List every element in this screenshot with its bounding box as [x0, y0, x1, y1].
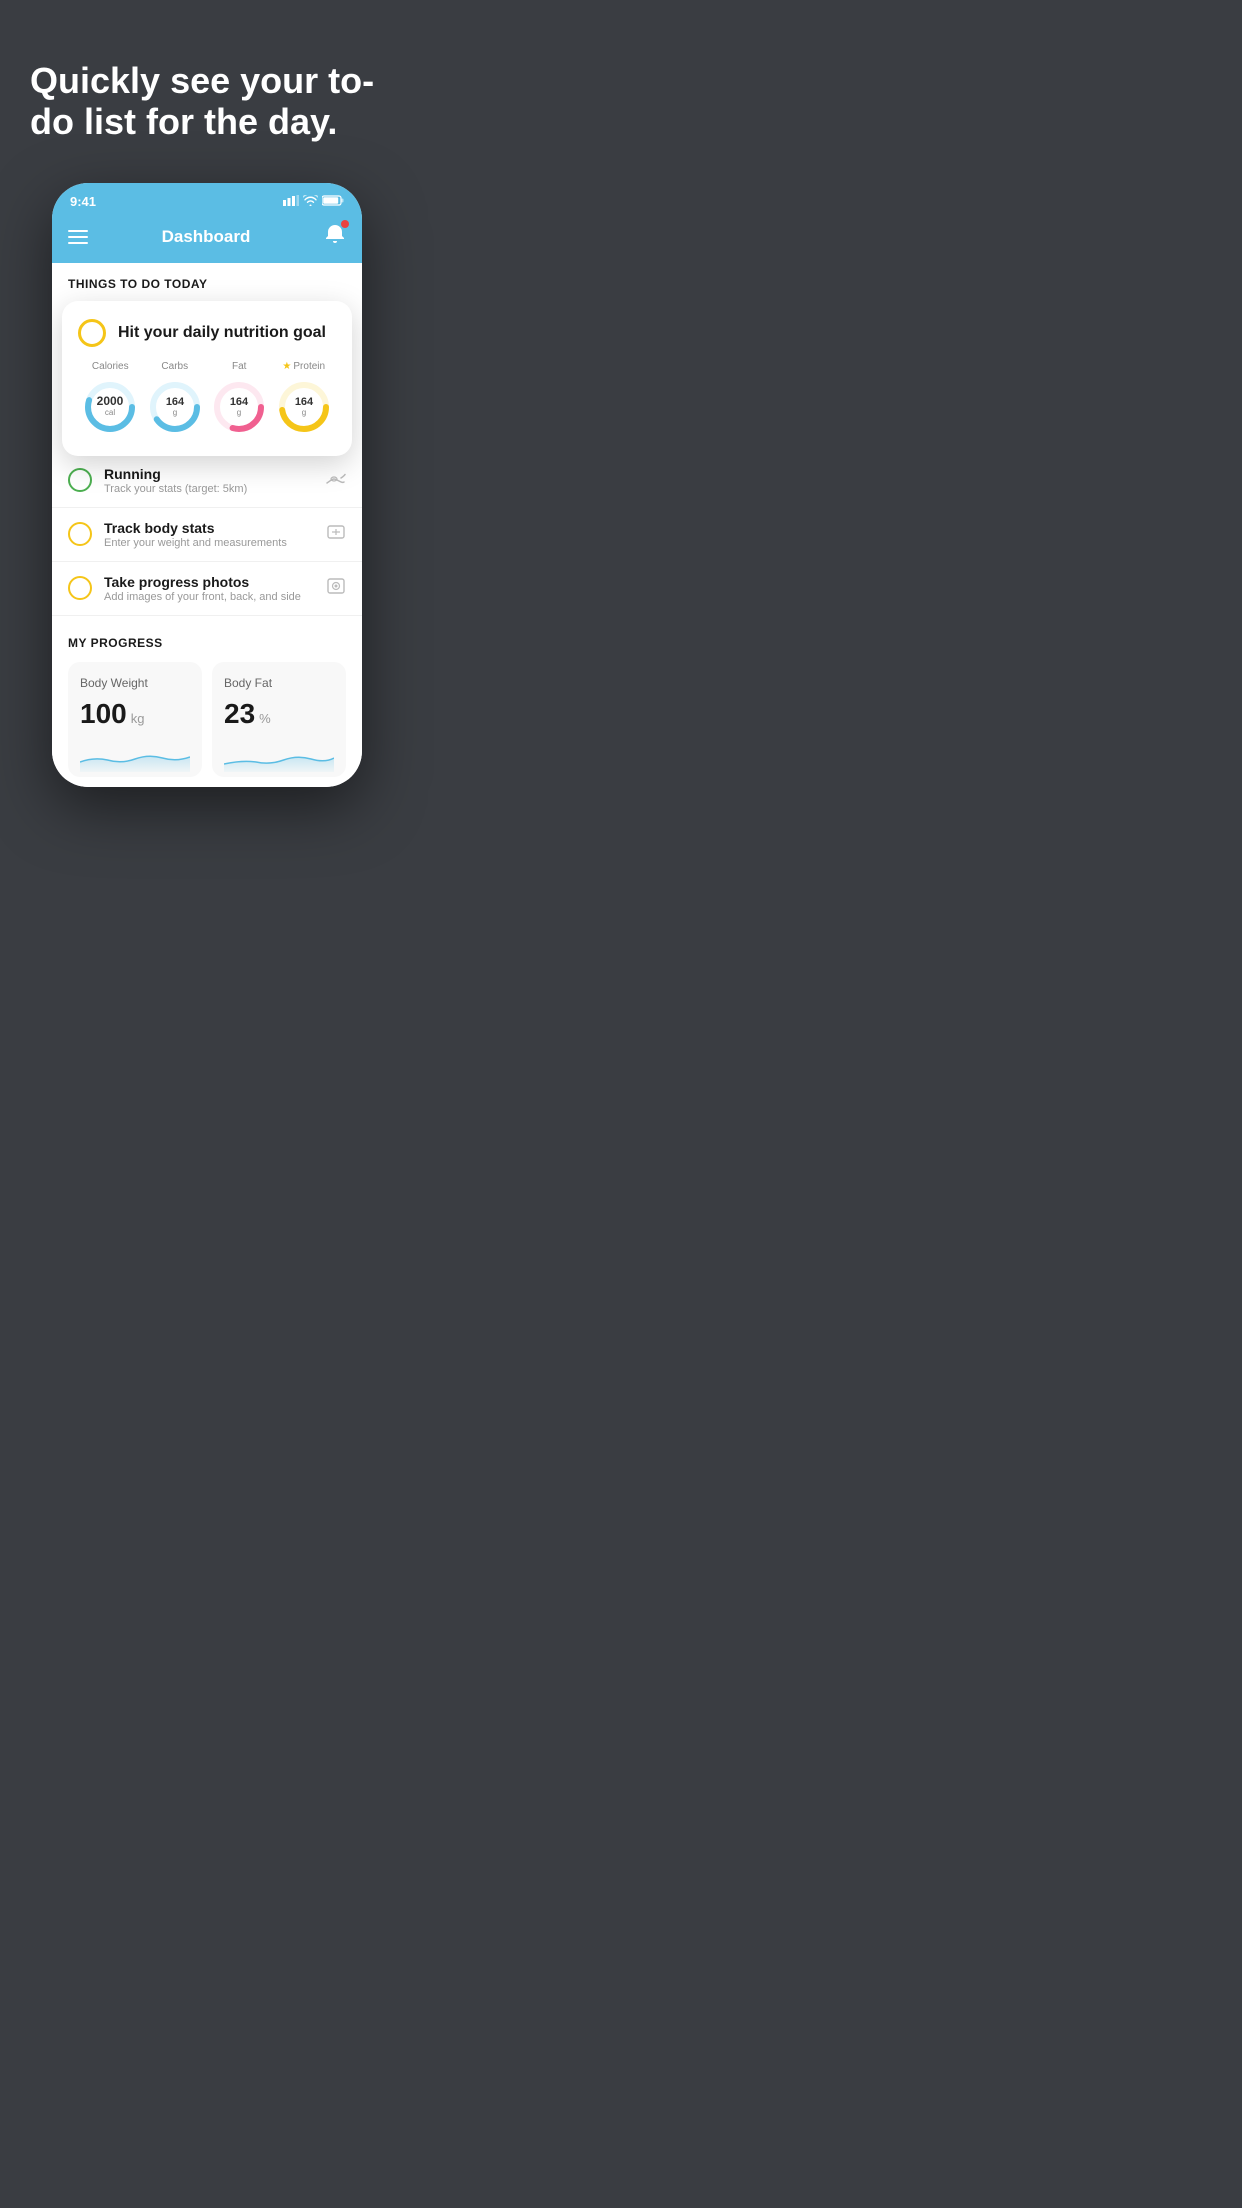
progress-cards: Body Weight 100 kg	[68, 662, 346, 777]
nutrition-circles: Calories 2000 cal Carbs	[78, 361, 336, 436]
fat-label: Fat	[232, 361, 246, 372]
progress-photos-subtitle: Add images of your front, back, and side	[104, 591, 314, 603]
svg-text:164: 164	[166, 396, 185, 408]
body-stats-icon	[326, 524, 346, 545]
body-weight-unit: kg	[131, 711, 145, 726]
calories-label: Calories	[92, 361, 129, 372]
body-weight-title: Body Weight	[80, 676, 190, 690]
body-weight-value: 100 kg	[80, 698, 190, 730]
progress-photos-icon	[326, 576, 346, 601]
progress-photos-title: Take progress photos	[104, 574, 314, 590]
nutrition-card-title: Hit your daily nutrition goal	[78, 319, 336, 347]
todo-running[interactable]: Running Track your stats (target: 5km)	[52, 454, 362, 508]
nutrition-fat: Fat 164 g	[210, 361, 268, 436]
status-bar: 9:41	[52, 183, 362, 215]
body-weight-number: 100	[80, 698, 127, 730]
progress-header: MY PROGRESS	[68, 636, 346, 650]
svg-text:2000: 2000	[97, 394, 124, 408]
svg-text:cal: cal	[105, 408, 115, 417]
body-fat-value: 23 %	[224, 698, 334, 730]
body-fat-card[interactable]: Body Fat 23 %	[212, 662, 346, 777]
running-text: Running Track your stats (target: 5km)	[104, 466, 314, 495]
body-stats-check-circle[interactable]	[68, 522, 92, 546]
progress-photos-text: Take progress photos Add images of your …	[104, 574, 314, 603]
notification-dot	[341, 220, 349, 228]
nutrition-protein: ★ Protein 164 g	[275, 361, 333, 436]
star-icon: ★	[282, 361, 291, 372]
protein-label: ★ Protein	[282, 361, 325, 372]
body-fat-unit: %	[259, 711, 271, 726]
running-subtitle: Track your stats (target: 5km)	[104, 483, 314, 495]
svg-text:164: 164	[295, 396, 314, 408]
running-title: Running	[104, 466, 314, 482]
nutrition-calories: Calories 2000 cal	[81, 361, 139, 436]
status-icons	[283, 195, 344, 209]
nav-title: Dashboard	[162, 227, 251, 247]
svg-text:g: g	[237, 408, 241, 417]
todo-list: Running Track your stats (target: 5km)	[52, 454, 362, 616]
todo-body-stats[interactable]: Track body stats Enter your weight and m…	[52, 508, 362, 562]
battery-icon	[322, 195, 344, 209]
hero-title: Quickly see your to-do list for the day.	[30, 60, 384, 143]
svg-text:g: g	[302, 408, 306, 417]
svg-text:g: g	[173, 408, 177, 417]
wifi-icon	[303, 195, 318, 209]
running-check-circle[interactable]	[68, 468, 92, 492]
signal-icon	[283, 195, 299, 209]
body-stats-subtitle: Enter your weight and measurements	[104, 537, 314, 549]
progress-section: MY PROGRESS Body Weight 100 kg	[52, 616, 362, 787]
hamburger-icon[interactable]	[68, 230, 88, 244]
progress-photos-check-circle[interactable]	[68, 576, 92, 600]
nutrition-check-circle[interactable]	[78, 319, 106, 347]
hero-section: Quickly see your to-do list for the day.	[0, 0, 414, 163]
phone-mockup: 9:41 Dashboard	[52, 183, 362, 787]
things-to-do-header: THINGS TO DO TODAY	[52, 263, 362, 301]
app-content: THINGS TO DO TODAY Hit your daily nutrit…	[52, 263, 362, 787]
body-stats-text: Track body stats Enter your weight and m…	[104, 520, 314, 549]
carbs-label: Carbs	[161, 361, 188, 372]
body-weight-card[interactable]: Body Weight 100 kg	[68, 662, 202, 777]
nutrition-title-text: Hit your daily nutrition goal	[118, 324, 326, 342]
todo-progress-photos[interactable]: Take progress photos Add images of your …	[52, 562, 362, 616]
body-fat-title: Body Fat	[224, 676, 334, 690]
page-wrapper: Quickly see your to-do list for the day.…	[0, 0, 414, 787]
status-time: 9:41	[70, 194, 96, 209]
body-stats-title: Track body stats	[104, 520, 314, 536]
running-icon	[326, 470, 346, 491]
svg-text:164: 164	[230, 396, 249, 408]
body-fat-number: 23	[224, 698, 255, 730]
bell-icon[interactable]	[324, 223, 346, 251]
nutrition-carbs: Carbs 164 g	[146, 361, 204, 436]
nav-bar: Dashboard	[52, 215, 362, 263]
nutrition-card[interactable]: Hit your daily nutrition goal Calories 2…	[62, 301, 352, 456]
